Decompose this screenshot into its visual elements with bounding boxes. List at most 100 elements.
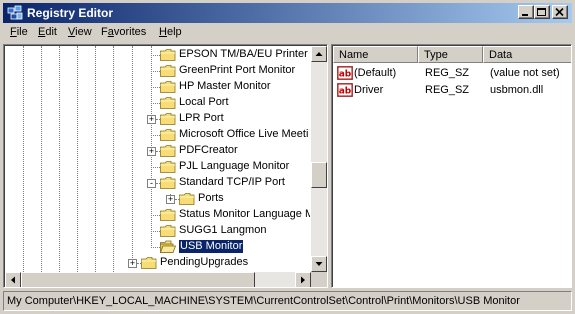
tree-node[interactable]: PJL Language Monitor: [5, 159, 310, 175]
folder-icon: [160, 209, 176, 221]
menu-file-accel: F: [10, 26, 17, 38]
tree-node[interactable]: HP Master Monitor: [5, 79, 310, 95]
tree-node-label: Microsoft Office Live Meeti: [179, 128, 309, 140]
tree-node[interactable]: EPSON TM/BA/EU Printer P: [5, 47, 310, 63]
tree-node[interactable]: Local Port: [5, 95, 310, 111]
column-header-data[interactable]: Data: [483, 46, 571, 63]
expand-icon[interactable]: +: [147, 146, 156, 156]
tree-node[interactable]: + PendingUpgrades: [5, 255, 310, 271]
folder-icon: [160, 49, 176, 61]
list-pane-inner: Name Type Data ab (Default) REG_SZ (valu…: [332, 45, 571, 287]
folder-icon: [160, 161, 176, 173]
folder-icon: [160, 65, 176, 77]
tree-node[interactable]: + PDFCreator: [5, 143, 310, 159]
status-path: My Computer\HKEY_LOCAL_MACHINE\SYSTEM\Cu…: [7, 295, 520, 307]
menu-file-label: ile: [16, 26, 28, 38]
tree-node-label: EPSON TM/BA/EU Printer P: [179, 48, 310, 60]
close-icon: [555, 8, 564, 17]
scroll-up-icon: [315, 52, 323, 56]
menu-favorites[interactable]: Favorites: [101, 26, 146, 38]
tree-connector-line: [151, 71, 160, 72]
tree-hscroll-thumb[interactable]: [21, 272, 255, 287]
expand-icon[interactable]: +: [147, 114, 156, 124]
tree-node-label: SUGG1 Langmon: [179, 224, 267, 236]
menu-favorites-label: vorites: [113, 26, 147, 38]
tree-connector-line: [151, 231, 160, 232]
column-header-type[interactable]: Type: [418, 46, 483, 63]
tree-node[interactable]: + LPR Port: [5, 111, 310, 127]
menu-edit-label: dit: [45, 26, 57, 38]
scroll-right-icon: [301, 276, 305, 284]
expander-glyph: +: [148, 146, 155, 156]
tree-node-label: Status Monitor Language M: [179, 208, 310, 220]
folder-icon: [160, 129, 176, 141]
status-bar: My Computer\HKEY_LOCAL_MACHINE\SYSTEM\Cu…: [3, 291, 572, 311]
expand-icon[interactable]: +: [128, 258, 137, 268]
tree-node[interactable]: + Ports: [5, 191, 310, 207]
folder-icon: [160, 145, 176, 157]
tree-node-label: LPR Port: [179, 112, 224, 124]
tree-connector-line: [151, 55, 160, 56]
tree-connector-line: [151, 215, 160, 216]
menu-help-label: elp: [166, 26, 182, 38]
maximize-button[interactable]: [534, 5, 550, 19]
close-button[interactable]: [552, 5, 568, 19]
expander-glyph: -: [150, 178, 153, 188]
folder-icon: [179, 193, 195, 205]
tree-scroll-down-button[interactable]: [311, 256, 327, 272]
expander-glyph: +: [129, 258, 136, 268]
scroll-down-icon: [315, 262, 323, 266]
tree-node-label: HP Master Monitor: [179, 80, 271, 92]
tree-scroll-track[interactable]: [311, 62, 327, 256]
menu-file[interactable]: File: [10, 26, 28, 38]
tree-node[interactable]: Microsoft Office Live Meeti: [5, 127, 310, 143]
tree-node-label: PDFCreator: [179, 144, 238, 156]
tree-scroll-thumb[interactable]: [311, 162, 327, 188]
folder-icon: [160, 113, 176, 125]
values-list-pane: Name Type Data ab (Default) REG_SZ (valu…: [331, 44, 572, 288]
column-header-name[interactable]: Name: [333, 46, 418, 63]
menu-help-accel: H: [159, 26, 167, 38]
tree-scroll-right-button[interactable]: [295, 272, 311, 287]
tree-node[interactable]: - Standard TCP/IP Port: [5, 175, 310, 191]
value-type: REG_SZ: [425, 84, 470, 96]
tree-node[interactable]: GreenPrint Port Monitor: [5, 63, 310, 79]
tree-connector-line: [151, 135, 160, 136]
registry-tree-pane: EPSON TM/BA/EU Printer P GreenPrint Port …: [3, 44, 328, 288]
tree-node-label: PJL Language Monitor: [179, 160, 290, 172]
tree-node[interactable]: Status Monitor Language M: [5, 207, 310, 223]
value-name: Driver: [354, 84, 384, 96]
tree-node[interactable]: USB Monitor: [5, 239, 310, 255]
minimize-button[interactable]: [518, 5, 534, 19]
menu-edit[interactable]: Edit: [38, 26, 57, 38]
list-row[interactable]: ab (Default) REG_SZ (value not set): [333, 65, 571, 81]
tree-connector-line: [151, 167, 160, 168]
menu-view[interactable]: View: [68, 26, 92, 38]
registry-tree: EPSON TM/BA/EU Printer P GreenPrint Port …: [5, 46, 310, 272]
value-data: usbmon.dll: [490, 84, 544, 96]
expander-glyph: +: [167, 194, 174, 204]
menu-view-label: iew: [75, 26, 92, 38]
folder-icon: [160, 225, 176, 237]
tree-connector-line: [151, 103, 160, 104]
tree-node-label: GreenPrint Port Monitor: [179, 64, 296, 76]
tree-node-label: Standard TCP/IP Port: [179, 176, 285, 188]
tree-scroll-left-button[interactable]: [5, 272, 21, 287]
svg-text:ab: ab: [339, 87, 352, 97]
folder-icon: [160, 177, 176, 189]
menu-favorites-pre: F: [101, 26, 108, 38]
tree-connector-line: [151, 247, 160, 248]
tree-node[interactable]: SUGG1 Langmon: [5, 223, 310, 239]
string-value-icon: ab: [337, 83, 353, 97]
title-bar[interactable]: Registry Editor: [3, 3, 572, 23]
tree-scroll-up-button[interactable]: [311, 46, 327, 62]
tree-node-label: USB Monitor: [177, 239, 245, 254]
list-row[interactable]: ab Driver REG_SZ usbmon.dll: [333, 82, 571, 98]
expander-glyph: +: [148, 114, 155, 124]
expand-icon[interactable]: +: [166, 194, 175, 204]
open-folder-icon: [160, 240, 176, 253]
menu-help[interactable]: Help: [159, 26, 182, 38]
collapse-icon[interactable]: -: [147, 178, 156, 188]
registry-editor-window: Registry Editor File Edit View Favorites…: [0, 0, 575, 314]
value-type: REG_SZ: [425, 67, 470, 79]
